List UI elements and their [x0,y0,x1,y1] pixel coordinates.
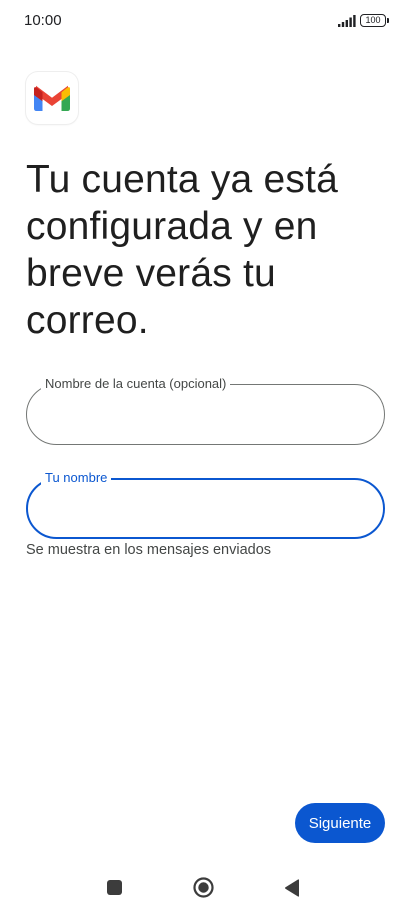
account-name-field[interactable]: Nombre de la cuenta (opcional) [26,376,385,445]
your-name-helper-text: Se muestra en los mensajes enviados [26,542,272,558]
status-bar: 10:00 100 [0,0,411,44]
navigation-bar [0,866,411,910]
gmail-logo-icon [26,72,78,124]
account-name-label: Nombre de la cuenta (opcional) [41,376,231,392]
back-icon[interactable] [284,879,300,897]
home-icon[interactable] [193,877,214,898]
next-button[interactable]: Siguiente [295,803,385,843]
battery-icon: 100 [360,14,389,27]
account-name-input[interactable] [45,399,369,431]
page-title: Tu cuenta ya está configurada y en breve… [26,158,338,342]
recents-icon[interactable] [107,880,122,895]
your-name-input[interactable] [46,494,370,526]
your-name-field[interactable]: Tu nombre [26,470,385,539]
status-time: 10:00 [24,12,62,29]
signal-icon [338,15,356,27]
your-name-label: Tu nombre [41,470,112,486]
